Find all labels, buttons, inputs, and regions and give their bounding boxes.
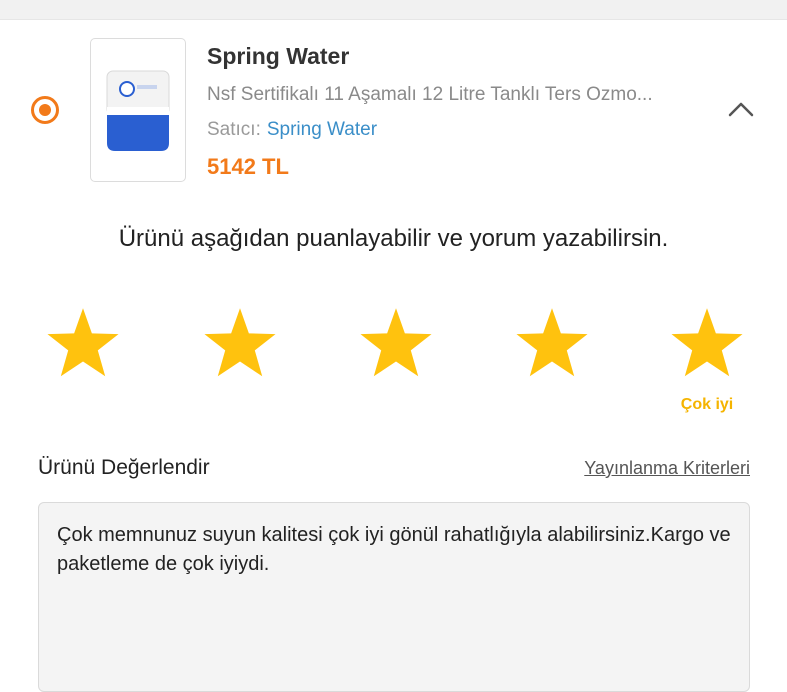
chevron-up-icon[interactable]	[728, 100, 754, 118]
rating-prompt: Ürünü aşağıdan puanlayabilir ve yorum ya…	[118, 225, 669, 252]
seller-info: Satıcı: Spring Water	[207, 119, 377, 141]
review-textarea[interactable]: Çok memnunuz suyun kalitesi çok iyi gönü…	[38, 502, 750, 692]
product-name[interactable]: Nsf Sertifikalı 11 Aşamalı 12 Litre Tank…	[207, 84, 717, 106]
product-image[interactable]	[90, 38, 186, 182]
radio-selected-icon	[39, 104, 51, 116]
seller-name-link[interactable]: Spring Water	[267, 119, 377, 140]
star-icon[interactable]	[670, 306, 744, 380]
publishing-criteria-link[interactable]: Yayınlanma Kriterleri	[584, 458, 750, 479]
water-purifier-image	[106, 70, 170, 151]
star-icon[interactable]	[359, 306, 433, 380]
product-radio-button[interactable]	[31, 96, 59, 124]
seller-label: Satıcı:	[207, 119, 261, 140]
rating-caption: Çok iyi	[680, 396, 734, 413]
star-icon[interactable]	[515, 306, 589, 380]
review-section-title: Ürünü Değerlendir	[38, 456, 210, 479]
star-icon[interactable]	[46, 306, 120, 380]
top-bar	[0, 0, 787, 20]
product-brand[interactable]: Spring Water	[207, 43, 349, 70]
product-price: 5142 TL	[207, 154, 289, 179]
star-icon[interactable]	[203, 306, 277, 380]
